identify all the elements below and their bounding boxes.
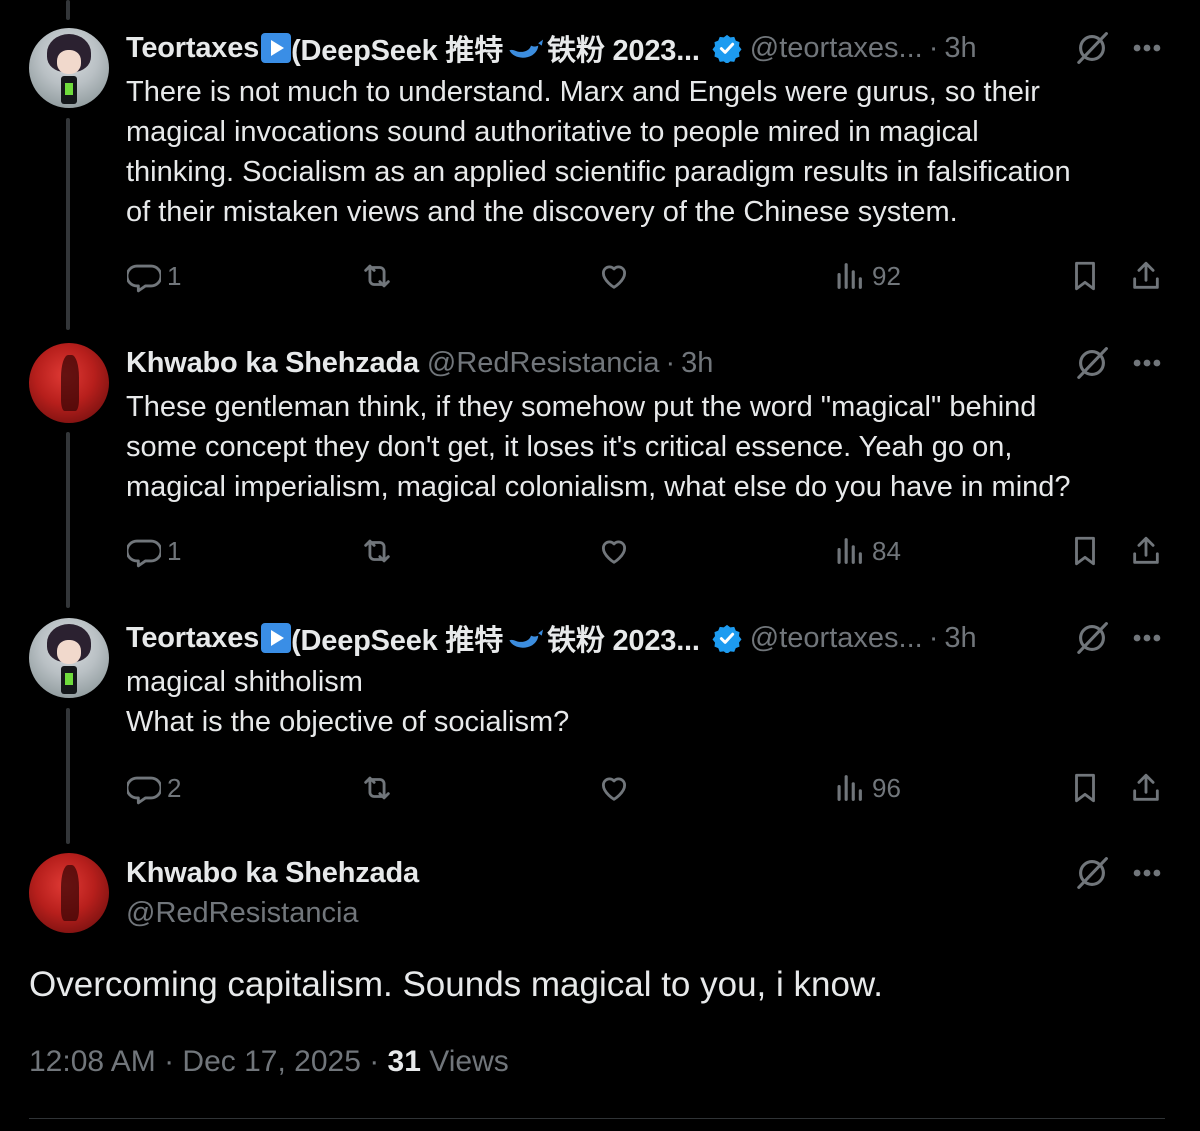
- share-icon: [1133, 261, 1159, 289]
- tweet-text: These gentleman think, if they somehow p…: [126, 391, 1071, 503]
- views-button[interactable]: 92: [832, 256, 901, 296]
- author-name-suffix[interactable]: 铁粉 2023...: [547, 27, 700, 69]
- views-label: Views: [420, 1045, 509, 1078]
- avatar[interactable]: [29, 853, 109, 933]
- author-handle[interactable]: @RedResistancia: [427, 347, 660, 380]
- retweet-icon: [364, 776, 390, 800]
- main-tweet-text: Overcoming capitalism. Sounds magical to…: [29, 965, 883, 1004]
- like-icon: [601, 540, 627, 564]
- more-icon[interactable]: [1130, 30, 1164, 66]
- like-icon: [601, 265, 627, 289]
- author-handle[interactable]: @RedResistancia: [126, 897, 359, 930]
- like-icon: [601, 777, 627, 801]
- reply-button[interactable]: 1: [127, 256, 181, 296]
- grok-icon[interactable]: [1074, 30, 1110, 66]
- retweet-button[interactable]: [360, 256, 394, 296]
- main-tweet-handle-row: @RedResistancia: [126, 893, 359, 933]
- timestamp[interactable]: 12:08 AM · Dec 17, 2025 ·: [29, 1045, 388, 1078]
- tweet-time[interactable]: 3h: [944, 32, 976, 65]
- reply-icon: [127, 264, 161, 293]
- avatar[interactable]: [29, 28, 109, 108]
- tweet-actions: 1 84: [0, 531, 1200, 571]
- play-emoji-icon: [261, 623, 292, 653]
- author-name[interactable]: Teortaxes: [126, 32, 259, 65]
- more-icon[interactable]: [1130, 855, 1164, 891]
- thread-line: [66, 118, 70, 330]
- more-icon[interactable]: [1130, 345, 1164, 381]
- retweet-icon: [364, 264, 390, 288]
- avatar[interactable]: [29, 618, 109, 698]
- views-count: 96: [872, 772, 901, 803]
- share-button[interactable]: [1129, 531, 1163, 571]
- share-button[interactable]: [1129, 768, 1163, 808]
- tweet-meta: 12:08 AM · Dec 17, 2025 · 31 Views: [29, 1045, 509, 1079]
- author-name-suffix[interactable]: 铁粉 2023...: [547, 617, 700, 659]
- verified-icon: [711, 33, 742, 63]
- tweet-header: Teortaxes (DeepSeek 推特 铁粉 2023... @teort…: [126, 618, 977, 658]
- author-name[interactable]: Khwabo ka Shehzada: [126, 857, 419, 890]
- like-button[interactable]: [597, 768, 631, 808]
- tweet-text: magical shitholism What is the objective…: [126, 666, 570, 738]
- author-name[interactable]: Teortaxes: [126, 622, 259, 655]
- like-button[interactable]: [597, 256, 631, 296]
- reply-button[interactable]: 2: [127, 768, 181, 808]
- share-button[interactable]: [1129, 256, 1163, 296]
- divider: [29, 1118, 1165, 1119]
- grok-icon[interactable]: [1074, 345, 1110, 381]
- retweet-icon: [364, 539, 390, 563]
- tweet-time[interactable]: 3h: [944, 622, 976, 655]
- views-button[interactable]: 84: [832, 531, 901, 571]
- reply-count: 1: [167, 535, 182, 566]
- share-icon: [1133, 773, 1159, 801]
- author-name[interactable]: Khwabo ka Shehzada: [126, 347, 419, 380]
- retweet-button[interactable]: [360, 768, 394, 808]
- separator-dot: ·: [928, 31, 939, 64]
- separator-dot: ·: [928, 621, 939, 654]
- share-icon: [1133, 536, 1159, 564]
- author-name-suffix[interactable]: (DeepSeek 推特: [291, 617, 503, 659]
- bookmark-icon: [1075, 773, 1095, 803]
- reply-button[interactable]: 1: [127, 531, 181, 571]
- bookmark-icon: [1075, 261, 1095, 291]
- main-tweet-author: Khwabo ka Shehzada: [126, 853, 419, 893]
- verified-icon: [711, 623, 742, 653]
- reply-icon: [127, 776, 161, 805]
- grok-icon[interactable]: [1074, 855, 1110, 891]
- reply-count: 2: [167, 772, 182, 803]
- play-emoji-icon: [261, 33, 292, 63]
- views-count: 84: [872, 535, 901, 566]
- views-icon: [837, 775, 862, 801]
- thread-line: [66, 432, 70, 608]
- bookmark-button[interactable]: [1068, 256, 1102, 296]
- whale-emoji-icon: [509, 39, 544, 58]
- retweet-button[interactable]: [360, 531, 394, 571]
- bookmark-button[interactable]: [1068, 531, 1102, 571]
- more-icon[interactable]: [1130, 620, 1164, 656]
- separator-dot: ·: [665, 346, 676, 379]
- tweet-text: There is not much to understand. Marx an…: [126, 76, 1071, 228]
- reply-icon: [127, 539, 161, 568]
- author-handle[interactable]: @teortaxes...: [750, 622, 923, 655]
- tweet-header: Teortaxes (DeepSeek 推特 铁粉 2023... @teort…: [126, 28, 977, 68]
- bookmark-button[interactable]: [1068, 768, 1102, 808]
- reply-count: 1: [167, 260, 182, 291]
- avatar[interactable]: [29, 343, 109, 423]
- tweet-actions: 2 96: [0, 768, 1200, 808]
- views-icon: [837, 263, 862, 289]
- tweet-header: Khwabo ka Shehzada @RedResistancia · 3h: [126, 343, 713, 383]
- grok-icon[interactable]: [1074, 620, 1110, 656]
- like-button[interactable]: [597, 531, 631, 571]
- views-count: 31: [387, 1045, 421, 1078]
- author-name-suffix[interactable]: (DeepSeek 推特: [291, 27, 503, 69]
- tweet-time[interactable]: 3h: [681, 347, 713, 380]
- author-handle[interactable]: @teortaxes...: [750, 32, 923, 65]
- thread-line: [66, 0, 70, 20]
- bookmark-icon: [1075, 536, 1095, 566]
- views-icon: [837, 538, 862, 564]
- whale-emoji-icon: [509, 629, 544, 648]
- views-count: 92: [872, 260, 901, 291]
- tweet-actions: 1 92: [0, 256, 1200, 296]
- views-button[interactable]: 96: [832, 768, 901, 808]
